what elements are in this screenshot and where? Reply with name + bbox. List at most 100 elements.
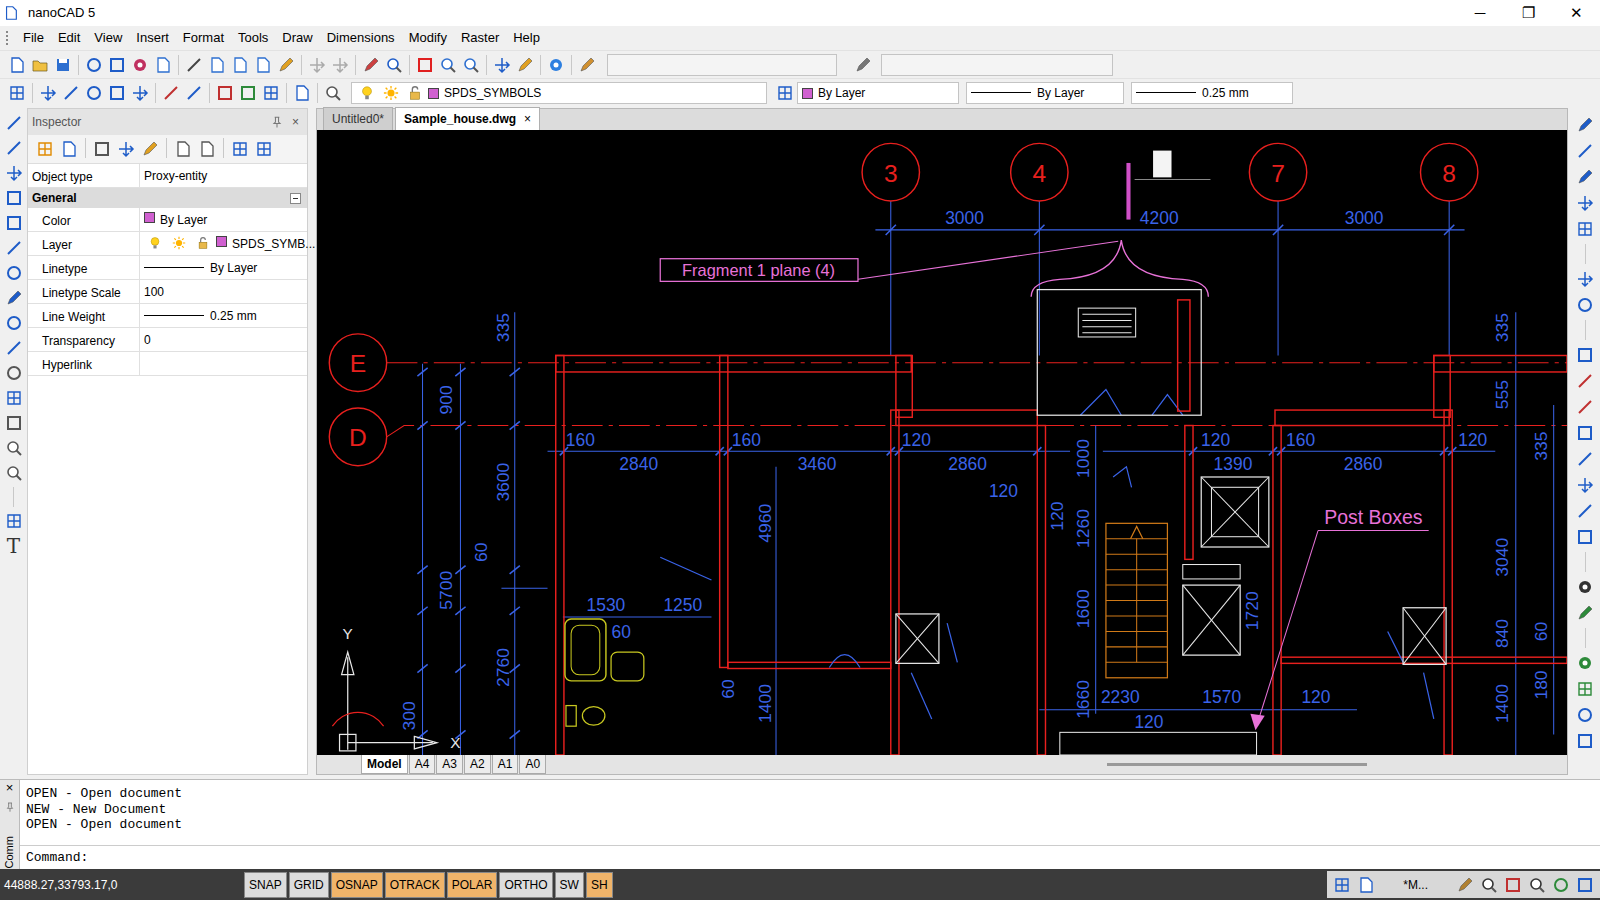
circ-icon[interactable] <box>3 362 25 384</box>
mode-toggle[interactable]: GRID <box>289 872 329 898</box>
box-icon[interactable] <box>1574 422 1596 444</box>
menu-item[interactable]: Format <box>177 26 230 50</box>
arrows-icon[interactable] <box>1574 268 1596 290</box>
menu-item[interactable]: Draw <box>276 26 318 50</box>
drawing-canvas[interactable]: 3478EDFragment 1 plane (4)Post BoxesYX30… <box>317 130 1567 755</box>
grid-icon[interactable] <box>253 138 275 160</box>
pencil-icon[interactable] <box>360 54 382 76</box>
zoom-icon[interactable] <box>383 54 405 76</box>
bulb-icon[interactable] <box>144 235 166 251</box>
layout-tab[interactable]: A1 <box>492 755 519 774</box>
pencil-icon[interactable] <box>514 54 536 76</box>
page-icon[interactable] <box>196 138 218 160</box>
grid-icon[interactable] <box>6 82 28 104</box>
property-value[interactable]: By Layer <box>140 208 307 231</box>
line-icon[interactable] <box>1574 396 1596 418</box>
pencil-icon[interactable] <box>139 138 161 160</box>
box-icon[interactable] <box>106 82 128 104</box>
arrows-icon[interactable] <box>1574 192 1596 214</box>
arrows-icon[interactable] <box>129 82 151 104</box>
disk-icon[interactable] <box>52 54 74 76</box>
pencil-icon[interactable] <box>1574 166 1596 188</box>
line-icon[interactable] <box>1574 370 1596 392</box>
menu-item[interactable]: Edit <box>52 26 86 50</box>
pencil-icon[interactable] <box>275 54 297 76</box>
menu-item[interactable]: Help <box>507 26 546 50</box>
pencil-icon[interactable] <box>3 287 25 309</box>
line-icon[interactable] <box>60 82 82 104</box>
circ-icon[interactable] <box>3 312 25 334</box>
tab-close[interactable]: × <box>524 112 531 126</box>
pencil-icon[interactable] <box>1574 602 1596 624</box>
mode-toggle[interactable]: SH <box>586 872 613 898</box>
layout-tab[interactable]: A0 <box>519 755 546 774</box>
box-icon[interactable] <box>1574 730 1596 752</box>
line-icon[interactable] <box>160 82 182 104</box>
circ-icon[interactable] <box>83 82 105 104</box>
page-icon[interactable] <box>291 82 313 104</box>
line-icon[interactable] <box>183 82 205 104</box>
command-input[interactable]: Command: <box>20 845 1600 870</box>
drawing-svg[interactable]: 3478EDFragment 1 plane (4)Post BoxesYX30… <box>317 130 1567 755</box>
color-combo[interactable]: By Layer <box>797 82 959 104</box>
zoom-icon[interactable] <box>3 462 25 484</box>
grid-icon[interactable] <box>229 138 251 160</box>
dot-icon[interactable] <box>1574 576 1596 598</box>
restore-button[interactable]: ❐ <box>1504 0 1552 26</box>
layout-tab[interactable]: Model <box>361 755 408 774</box>
grid-icon[interactable] <box>3 510 25 532</box>
circ-icon[interactable] <box>3 262 25 284</box>
grid-icon[interactable] <box>1331 874 1353 896</box>
inspector-close[interactable]: × <box>288 113 303 131</box>
section-header[interactable]: General <box>28 188 307 208</box>
grid-icon[interactable] <box>260 82 282 104</box>
property-value[interactable]: 0 <box>140 328 307 351</box>
line-icon[interactable] <box>3 337 25 359</box>
menu-grip[interactable] <box>6 31 9 45</box>
lineweight-combo[interactable]: 0.25 mm <box>1131 82 1293 104</box>
document-tab[interactable]: Sample_house.dwg× <box>395 107 540 130</box>
layer-combo[interactable]: SPDS_SYMBOLS <box>351 82 767 104</box>
arrows-icon[interactable] <box>37 82 59 104</box>
property-value[interactable]: 0.25 mm <box>140 304 307 327</box>
mode-toggle[interactable]: OTRACK <box>385 872 445 898</box>
line-icon[interactable] <box>183 54 205 76</box>
zoom-icon[interactable] <box>1478 874 1500 896</box>
page-icon[interactable] <box>206 54 228 76</box>
line-icon[interactable] <box>3 112 25 134</box>
zoom-icon[interactable] <box>437 54 459 76</box>
box-icon[interactable] <box>3 212 25 234</box>
box-icon[interactable] <box>214 82 236 104</box>
layout-tab[interactable]: A3 <box>436 755 463 774</box>
circ-icon[interactable] <box>83 54 105 76</box>
box-icon[interactable] <box>3 412 25 434</box>
mode-toggle[interactable]: SNAP <box>244 872 287 898</box>
arrows-icon[interactable] <box>3 162 25 184</box>
zoom-icon[interactable] <box>1526 874 1548 896</box>
page-icon[interactable] <box>172 138 194 160</box>
horizontal-scrollbar[interactable] <box>1107 763 1367 766</box>
property-value[interactable]: 100 <box>140 280 307 303</box>
page-icon[interactable] <box>252 54 274 76</box>
box-icon[interactable] <box>1574 526 1596 548</box>
line-icon[interactable] <box>1574 500 1596 522</box>
circ-icon[interactable] <box>1574 704 1596 726</box>
property-value[interactable]: By Layer <box>140 256 307 279</box>
lock-icon[interactable] <box>404 82 426 104</box>
circ-icon[interactable] <box>1550 874 1572 896</box>
box-icon[interactable] <box>1574 874 1596 896</box>
zoom-icon[interactable] <box>3 437 25 459</box>
mode-toggle[interactable]: OSNAP <box>331 872 383 898</box>
property-value[interactable] <box>140 352 307 375</box>
collapse-toggle[interactable] <box>290 193 301 204</box>
arrows-icon[interactable] <box>1574 474 1596 496</box>
menu-item[interactable]: File <box>17 26 50 50</box>
page-icon[interactable] <box>152 54 174 76</box>
menu-item[interactable]: Dimensions <box>321 26 401 50</box>
box-icon[interactable] <box>237 82 259 104</box>
text-tool[interactable]: T <box>7 535 20 557</box>
zoom-icon[interactable] <box>322 82 344 104</box>
empty-combo[interactable] <box>607 54 837 76</box>
page-icon[interactable] <box>0 2 22 24</box>
zoom-icon[interactable] <box>460 54 482 76</box>
